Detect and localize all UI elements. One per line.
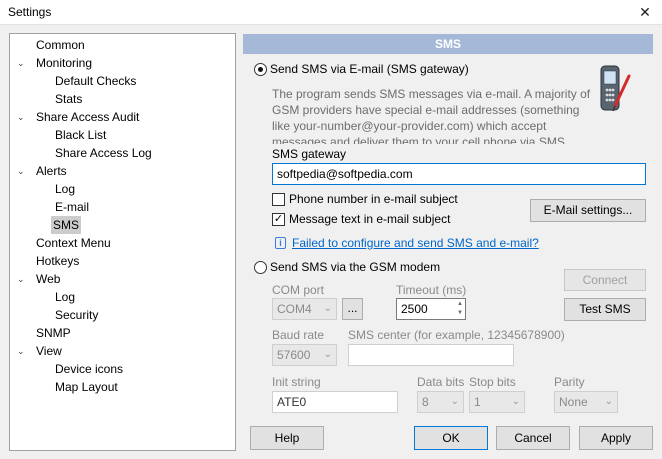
chevron-down-icon[interactable]: ⌄ bbox=[17, 54, 25, 72]
email-gateway-radio[interactable] bbox=[254, 63, 267, 76]
help-button[interactable]: Help bbox=[250, 426, 324, 450]
info-icon: i bbox=[275, 237, 286, 249]
data-bits-select[interactable]: 8 ⌄ bbox=[417, 391, 464, 413]
tree-item-snmp[interactable]: SNMP bbox=[34, 324, 73, 342]
phone-in-subject-label[interactable]: Phone number in e-mail subject bbox=[289, 192, 458, 206]
tree-item-map-layout[interactable]: Map Layout bbox=[53, 378, 120, 396]
tree-item-context-menu[interactable]: Context Menu bbox=[34, 234, 113, 252]
phone-icon bbox=[595, 62, 635, 118]
email-gateway-description: The program sends SMS messages via e-mai… bbox=[272, 87, 591, 144]
tree-item-share-access-log[interactable]: Share Access Log bbox=[53, 144, 154, 162]
tree-item-black-list[interactable]: Black List bbox=[53, 126, 108, 144]
timeout-input[interactable]: 2500 ▲ ▼ bbox=[396, 298, 466, 320]
gsm-modem-radio[interactable] bbox=[254, 261, 267, 274]
stop-bits-select[interactable]: 1 ⌄ bbox=[469, 391, 525, 413]
title-bar: Settings ✕ bbox=[0, 0, 662, 25]
tree-item-hotkeys[interactable]: Hotkeys bbox=[34, 252, 81, 270]
settings-tree[interactable]: ⌄ ⌄ ⌄ ⌄ ⌄ Common Monitoring Default Chec… bbox=[9, 33, 236, 451]
gsm-modem-label[interactable]: Send SMS via the GSM modem bbox=[270, 260, 440, 274]
timeout-value: 2500 bbox=[401, 302, 428, 316]
spin-up-icon[interactable]: ▲ bbox=[457, 300, 463, 309]
tree-item-alerts[interactable]: Alerts bbox=[34, 162, 69, 180]
baud-rate-value: 57600 bbox=[277, 348, 311, 362]
parity-select[interactable]: None ⌄ bbox=[554, 391, 618, 413]
parity-value: None bbox=[559, 395, 588, 409]
chevron-down-icon[interactable]: ⌄ bbox=[17, 162, 25, 180]
tree-item-monitoring[interactable]: Monitoring bbox=[34, 54, 94, 72]
tree-item-stats[interactable]: Stats bbox=[53, 90, 84, 108]
tree-item-share-access-audit[interactable]: Share Access Audit bbox=[34, 108, 141, 126]
com-port-select[interactable]: COM4 ⌄ bbox=[272, 298, 337, 320]
tree-item-web-log[interactable]: Log bbox=[53, 288, 77, 306]
message-in-subject-checkbox[interactable]: ✓ bbox=[272, 213, 285, 226]
tree-item-default-checks[interactable]: Default Checks bbox=[53, 72, 138, 90]
com-port-value: COM4 bbox=[277, 302, 312, 316]
help-link[interactable]: Failed to configure and send SMS and e-m… bbox=[292, 236, 539, 250]
chevron-down-icon: ⌄ bbox=[323, 349, 332, 360]
window-title: Settings bbox=[8, 5, 52, 19]
baud-rate-select[interactable]: 57600 ⌄ bbox=[272, 344, 337, 366]
panel-header: SMS bbox=[243, 34, 653, 54]
chevron-down-icon: ⌄ bbox=[323, 303, 332, 314]
sms-gateway-label: SMS gateway bbox=[272, 147, 347, 161]
apply-button[interactable]: Apply bbox=[579, 426, 653, 450]
tree-item-common[interactable]: Common bbox=[34, 36, 87, 54]
chevron-down-icon: ⌄ bbox=[604, 396, 613, 407]
spin-down-icon[interactable]: ▼ bbox=[457, 309, 463, 318]
tree-item-security[interactable]: Security bbox=[53, 306, 100, 324]
tree-item-email[interactable]: E-mail bbox=[53, 198, 91, 216]
email-gateway-label[interactable]: Send SMS via E-mail (SMS gateway) bbox=[270, 62, 469, 76]
sms-center-label: SMS center (for example, 12345678900) bbox=[348, 328, 565, 342]
com-port-label: COM port bbox=[272, 283, 325, 297]
email-settings-button[interactable]: E-Mail settings... bbox=[530, 199, 646, 222]
chevron-down-icon[interactable]: ⌄ bbox=[17, 108, 25, 126]
parity-label: Parity bbox=[554, 375, 585, 389]
cancel-button[interactable]: Cancel bbox=[496, 426, 570, 450]
ok-button[interactable]: OK bbox=[414, 426, 488, 450]
timeout-label: Timeout (ms) bbox=[396, 283, 467, 297]
baud-rate-label: Baud rate bbox=[272, 328, 325, 342]
test-sms-button[interactable]: Test SMS bbox=[564, 298, 646, 321]
close-icon[interactable]: ✕ bbox=[628, 0, 662, 25]
browse-com-button[interactable]: ... bbox=[342, 298, 363, 320]
sms-gateway-input[interactable]: softpedia@softpedia.com bbox=[272, 163, 646, 185]
stop-bits-value: 1 bbox=[474, 395, 481, 409]
tree-item-alerts-log[interactable]: Log bbox=[53, 180, 77, 198]
tree-item-web[interactable]: Web bbox=[34, 270, 62, 288]
chevron-down-icon: ⌄ bbox=[450, 396, 459, 407]
data-bits-label: Data bits bbox=[417, 375, 465, 389]
phone-in-subject-checkbox[interactable] bbox=[272, 193, 285, 206]
chevron-down-icon[interactable]: ⌄ bbox=[17, 342, 25, 360]
message-in-subject-label[interactable]: Message text in e-mail subject bbox=[289, 212, 450, 226]
chevron-down-icon[interactable]: ⌄ bbox=[17, 270, 25, 288]
chevron-down-icon: ⌄ bbox=[511, 396, 520, 407]
tree-item-device-icons[interactable]: Device icons bbox=[53, 360, 125, 378]
stop-bits-label: Stop bits bbox=[469, 375, 516, 389]
init-string-input[interactable]: ATE0 bbox=[272, 391, 398, 413]
data-bits-value: 8 bbox=[422, 395, 429, 409]
tree-item-view[interactable]: View bbox=[34, 342, 64, 360]
tree-item-sms[interactable]: SMS bbox=[51, 216, 82, 234]
connect-button[interactable]: Connect bbox=[564, 269, 646, 291]
init-string-label: Init string bbox=[272, 375, 321, 389]
sms-center-input[interactable] bbox=[348, 344, 514, 366]
